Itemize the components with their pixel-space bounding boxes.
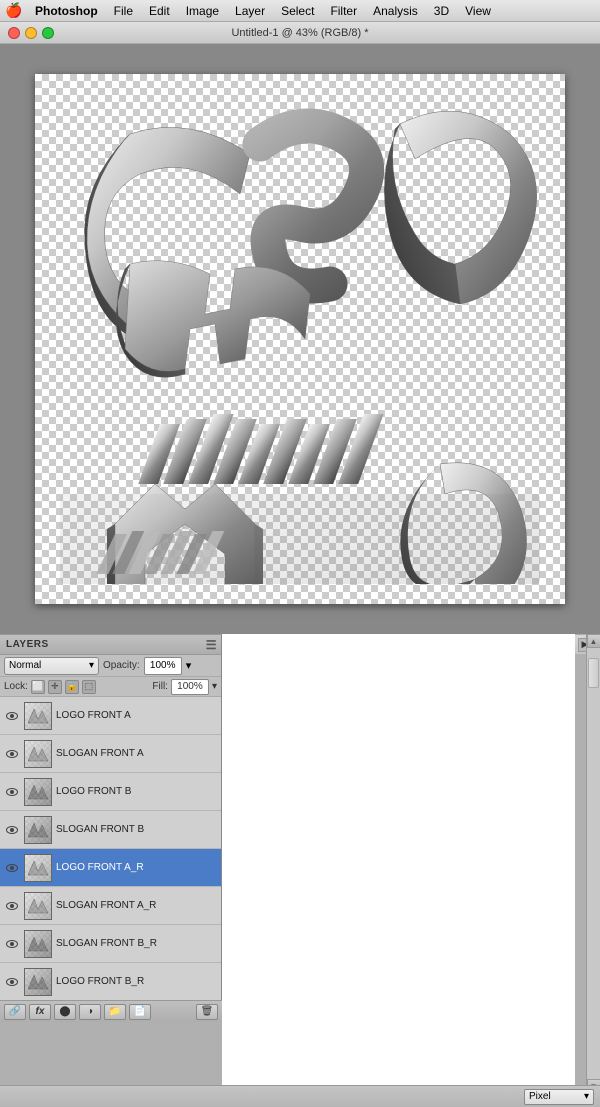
menu-filter[interactable]: Filter bbox=[323, 2, 364, 20]
opacity-label: Opacity: bbox=[103, 660, 140, 671]
layers-menu-icon[interactable]: ☰ bbox=[206, 638, 217, 652]
add-mask-btn[interactable]: ⬤ bbox=[54, 1004, 76, 1020]
layer-thumbnail bbox=[24, 778, 52, 806]
menu-layer[interactable]: Layer bbox=[228, 2, 272, 20]
layer-visibility-eye[interactable] bbox=[4, 784, 20, 800]
titlebar: Untitled-1 @ 43% (RGB/8) * bbox=[0, 22, 600, 44]
menu-3d[interactable]: 3D bbox=[427, 2, 456, 20]
layers-header: LAYERS ☰ bbox=[0, 635, 221, 655]
layer-row[interactable]: LOGO FRONT B_R bbox=[0, 963, 221, 1001]
right-panel bbox=[222, 634, 575, 1107]
close-button[interactable] bbox=[8, 27, 20, 39]
layer-name: LOGO FRONT A bbox=[56, 710, 217, 721]
lock-position-btn[interactable]: ✛ bbox=[48, 680, 62, 694]
apple-logo[interactable]: 🍎 bbox=[6, 3, 22, 19]
logo-artwork bbox=[35, 74, 565, 604]
canvas-area bbox=[0, 44, 600, 634]
traffic-lights bbox=[8, 27, 54, 39]
lock-transparent-btn[interactable]: ⬚ bbox=[82, 680, 96, 694]
layer-visibility-eye[interactable] bbox=[4, 746, 20, 762]
layer-row[interactable]: SLOGAN FRONT A_R bbox=[0, 887, 221, 925]
layer-thumbnail bbox=[24, 740, 52, 768]
layer-name: SLOGAN FRONT B_R bbox=[56, 938, 217, 949]
minimize-button[interactable] bbox=[25, 27, 37, 39]
layer-thumbnail bbox=[24, 702, 52, 730]
menu-select[interactable]: Select bbox=[274, 2, 321, 20]
layers-scrollbar: ▲ ▼ bbox=[586, 634, 600, 1093]
menu-file[interactable]: File bbox=[107, 2, 140, 20]
scroll-track[interactable] bbox=[587, 648, 600, 1079]
layer-name: SLOGAN FRONT A_R bbox=[56, 900, 217, 911]
layer-name: LOGO FRONT B bbox=[56, 786, 217, 797]
lock-pixels-btn[interactable]: ⬜ bbox=[31, 680, 45, 694]
layer-list: LOGO FRONT A SLOGAN FRONT A LOGO FRONT B SL… bbox=[0, 697, 221, 1001]
layer-thumbnail bbox=[24, 892, 52, 920]
layer-thumbnail bbox=[24, 930, 52, 958]
layer-row[interactable]: LOGO FRONT A bbox=[0, 697, 221, 735]
layer-row[interactable]: SLOGAN FRONT B_R bbox=[0, 925, 221, 963]
blend-mode-select[interactable]: Normal ▾ bbox=[4, 657, 99, 675]
scroll-up-btn[interactable]: ▲ bbox=[587, 634, 600, 648]
layer-row[interactable]: LOGO FRONT B bbox=[0, 773, 221, 811]
link-layers-btn[interactable]: 🔗 bbox=[4, 1004, 26, 1020]
layer-name: SLOGAN FRONT B bbox=[56, 824, 217, 835]
unit-select[interactable]: Pixel ▾ bbox=[524, 1089, 594, 1105]
layer-visibility-eye[interactable] bbox=[4, 860, 20, 876]
canvas-inner[interactable] bbox=[35, 74, 565, 604]
menu-image[interactable]: Image bbox=[179, 2, 226, 20]
layer-thumbnail bbox=[24, 816, 52, 844]
opacity-field[interactable]: 100% bbox=[144, 657, 182, 675]
bottom-bar: Pixel ▾ bbox=[0, 1085, 600, 1107]
layer-thumbnail bbox=[24, 854, 52, 882]
layer-visibility-eye[interactable] bbox=[4, 708, 20, 724]
layers-title: LAYERS bbox=[6, 639, 49, 650]
new-layer-btn[interactable]: 📄 bbox=[129, 1004, 151, 1020]
layer-visibility-eye[interactable] bbox=[4, 936, 20, 952]
maximize-button[interactable] bbox=[42, 27, 54, 39]
new-group-btn[interactable]: 📁 bbox=[104, 1004, 126, 1020]
layers-panel: LAYERS ☰ Normal ▾ Opacity: 100% ▾ Lock: … bbox=[0, 634, 222, 1022]
layer-thumbnail bbox=[24, 968, 52, 996]
layer-row[interactable]: SLOGAN FRONT A bbox=[0, 735, 221, 773]
lock-label: Lock: bbox=[4, 681, 28, 692]
layer-name: LOGO FRONT B_R bbox=[56, 976, 217, 987]
fill-label: Fill: bbox=[152, 681, 168, 692]
delete-layer-btn[interactable]: 🗑 bbox=[196, 1004, 218, 1020]
layer-name: LOGO FRONT A_R bbox=[56, 862, 217, 873]
menu-view[interactable]: View bbox=[458, 2, 498, 20]
layer-row[interactable]: SLOGAN FRONT B bbox=[0, 811, 221, 849]
lock-all-btn[interactable]: 🔒 bbox=[65, 680, 79, 694]
menu-analysis[interactable]: Analysis bbox=[366, 2, 425, 20]
adjustment-btn[interactable]: ◑ bbox=[79, 1004, 101, 1020]
menu-photoshop[interactable]: Photoshop bbox=[28, 2, 105, 20]
menubar: 🍎 Photoshop File Edit Image Layer Select… bbox=[0, 0, 600, 22]
fill-field[interactable]: 100% bbox=[171, 679, 209, 695]
layer-row[interactable]: LOGO FRONT A_R bbox=[0, 849, 221, 887]
scroll-thumb[interactable] bbox=[588, 658, 599, 688]
layer-visibility-eye[interactable] bbox=[4, 898, 20, 914]
layer-effects-btn[interactable]: fx bbox=[29, 1004, 51, 1020]
window-title: Untitled-1 @ 43% (RGB/8) * bbox=[231, 27, 368, 39]
layer-visibility-eye[interactable] bbox=[4, 974, 20, 990]
layer-visibility-eye[interactable] bbox=[4, 822, 20, 838]
menu-edit[interactable]: Edit bbox=[142, 2, 177, 20]
layers-bottom-toolbar: 🔗 fx ⬤ ◑ 📁 📄 🗑 bbox=[0, 1000, 222, 1022]
lock-row: Lock: ⬜ ✛ 🔒 ⬚ Fill: 100% ▾ bbox=[0, 677, 221, 697]
layer-name: SLOGAN FRONT A bbox=[56, 748, 217, 759]
blend-mode-row: Normal ▾ Opacity: 100% ▾ bbox=[0, 655, 221, 677]
